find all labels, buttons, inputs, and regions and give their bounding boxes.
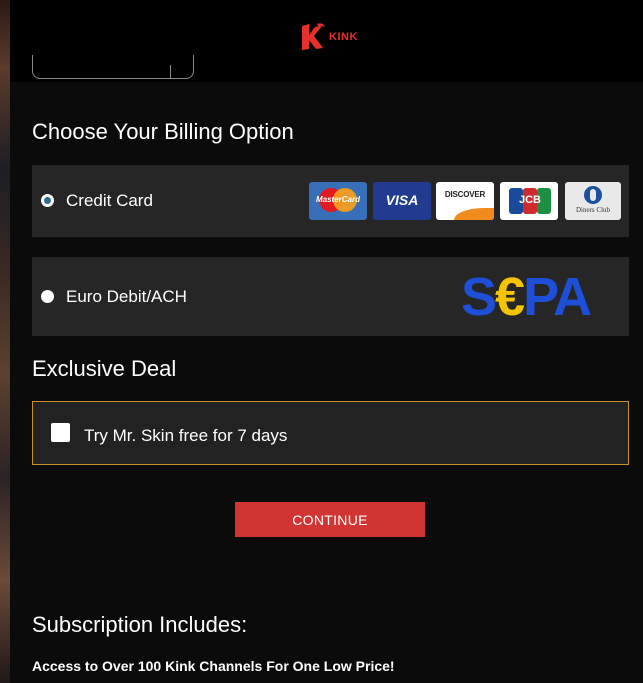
subscription-title: Subscription Includes: (32, 612, 248, 637)
subscription-benefit: Access to Over 100 Kink Channels For One… (32, 658, 395, 674)
field-divider (170, 65, 171, 78)
jcb-logo: JCB (500, 182, 558, 220)
kink-logo-icon (302, 23, 325, 50)
previous-field-bottom[interactable] (32, 55, 194, 79)
credit-card-label: Credit Card (66, 191, 153, 210)
diners-club-logo: Diners Club (565, 182, 621, 220)
credit-card-option[interactable]: Credit Card MasterCard VISA DISCOVER JCB… (32, 165, 629, 237)
visa-logo: VISA (373, 182, 431, 220)
euro-debit-radio[interactable] (41, 290, 54, 303)
euro-debit-option[interactable]: Euro Debit/ACH S € PA (32, 257, 629, 336)
euro-debit-label: Euro Debit/ACH (66, 287, 187, 306)
kink-logo[interactable]: KINK (300, 22, 358, 52)
exclusive-deal-title: Exclusive Deal (32, 356, 177, 381)
discover-logo: DISCOVER (436, 182, 494, 220)
background-photo-strip (0, 0, 10, 683)
continue-button[interactable]: CONTINUE (235, 502, 425, 537)
mr-skin-label: Try Mr. Skin free for 7 days (84, 426, 288, 445)
sepa-logo: S € PA (461, 267, 592, 327)
mr-skin-checkbox[interactable] (51, 423, 70, 442)
mastercard-logo: MasterCard (309, 182, 367, 220)
logo-text: KINK (329, 31, 358, 43)
credit-card-radio[interactable] (41, 194, 54, 207)
checkout-page: KINK Choose Your Billing Option Credit C… (0, 0, 643, 683)
exclusive-deal-box[interactable]: Try Mr. Skin free for 7 days (32, 401, 629, 465)
billing-title: Choose Your Billing Option (32, 119, 294, 144)
